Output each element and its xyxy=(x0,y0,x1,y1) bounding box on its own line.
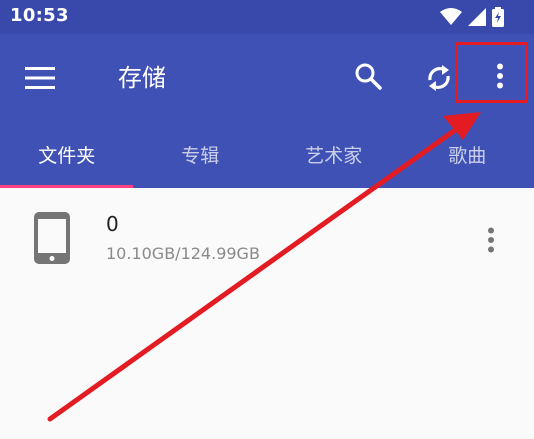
app-bar: 存储 xyxy=(0,34,534,121)
menu-button[interactable] xyxy=(22,60,58,96)
search-button[interactable] xyxy=(348,56,388,96)
annotation-highlight-box xyxy=(455,42,528,103)
phone-icon xyxy=(34,212,70,264)
menu-icon xyxy=(25,67,55,89)
signal-icon xyxy=(468,8,486,26)
storage-item[interactable]: 0 10.10GB/124.99GB xyxy=(0,190,534,280)
storage-name: 0 xyxy=(106,212,119,236)
tab-artists[interactable]: 艺术家 xyxy=(267,121,401,188)
tab-bar: 文件夹 专辑 艺术家 歌曲 xyxy=(0,121,534,188)
tab-albums[interactable]: 专辑 xyxy=(134,121,268,188)
storage-size: 10.10GB/124.99GB xyxy=(106,244,260,263)
sync-button[interactable] xyxy=(419,58,459,98)
storage-more-button[interactable] xyxy=(476,220,506,260)
page-title: 存储 xyxy=(118,64,166,92)
more-vert-icon xyxy=(488,227,494,253)
battery-icon xyxy=(492,7,504,27)
wifi-icon xyxy=(440,8,462,25)
tab-indicator xyxy=(0,185,133,188)
search-icon xyxy=(355,63,382,90)
sync-icon xyxy=(428,65,450,91)
status-icons xyxy=(440,6,504,28)
status-time: 10:53 xyxy=(10,5,69,26)
tab-folders[interactable]: 文件夹 xyxy=(0,121,134,188)
tab-songs[interactable]: 歌曲 xyxy=(401,121,534,188)
status-bar: 10:53 xyxy=(0,0,534,34)
